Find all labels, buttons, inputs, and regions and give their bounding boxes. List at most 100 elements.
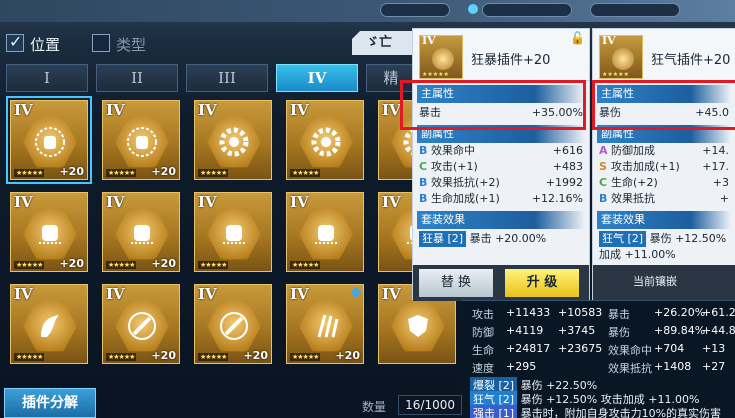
stat-name: 效果抵抗 [611, 192, 655, 205]
plugin-slot[interactable]: IV ★★★★★ [194, 100, 272, 180]
stat-label: 效果命中 [608, 344, 652, 357]
replace-button[interactable]: 替 换 [419, 269, 493, 297]
sunburst-fist-icon [115, 116, 169, 168]
type-checkbox[interactable] [92, 34, 110, 52]
position-checkbox[interactable] [6, 32, 24, 52]
resource-counter [482, 3, 572, 17]
star-rating: ★★★★★ [290, 261, 321, 269]
quantity-label: 数量 [362, 400, 387, 414]
level-label: +20 [59, 257, 84, 270]
fist-icon [299, 208, 353, 260]
plugin-slot[interactable]: IV ★★★★★ +20 [6, 96, 92, 184]
tier-label: IV [290, 285, 309, 303]
equipped-label: 当前镶嵌 [633, 275, 677, 288]
resource-counter [590, 3, 680, 17]
gem-icon [468, 4, 478, 14]
gear-icon [207, 116, 261, 168]
plugin-detail-card-selected: IV ★★★★★ 狂暴插件+20 🔓 主属性 暴击 +35.00% 副属性 B效… [412, 28, 590, 301]
tier-label: IV [198, 101, 217, 119]
position-label: 位置 [30, 36, 61, 54]
stat-value: +26.20% [654, 306, 706, 319]
stat-grade: S [599, 160, 607, 173]
stat-diff: +44.8 [702, 324, 735, 337]
card-actions: 当前镶嵌 [593, 265, 735, 301]
upgrade-button[interactable]: 升 级 [505, 269, 579, 297]
plugin-slot[interactable]: IV ★★★★★ [286, 100, 364, 180]
stat-value: +1992 [545, 176, 583, 189]
stat-grade: C [599, 176, 608, 189]
set-count: [2] [447, 232, 464, 245]
stat-label: 暴伤 [608, 326, 630, 339]
stat-label: 生命 [472, 344, 494, 357]
level-label: +20 [151, 165, 176, 178]
stat-grade: B [419, 176, 428, 189]
stat-diff: +61.20 [702, 306, 735, 319]
stat-value: +483 [552, 160, 583, 173]
sub-stat-row: B 生命加成(+1) +12.16% [419, 191, 583, 207]
plugin-slot[interactable]: IV ★★★★★ +20 [286, 284, 364, 364]
set-tag: 强击 [1] [470, 405, 518, 418]
plugin-slot[interactable]: IV ★★★★★ +20 [102, 284, 180, 364]
set-effect-row: 狂气 [2] 暴伤 +12.50% [599, 231, 729, 247]
lock-icon[interactable]: 🔓 [570, 31, 585, 45]
filter-row: 位置 类型 [0, 30, 395, 56]
tab-tier-2[interactable]: II [96, 64, 178, 92]
set-effect-header: 套装效果 [597, 211, 731, 229]
star-rating: ★★★★★ [14, 169, 45, 177]
stat-diff: +23675 [558, 342, 603, 355]
stat-value: +24817 [506, 342, 551, 355]
plugin-slot[interactable]: IV ★★★★★ +20 [194, 284, 272, 364]
tier-label: IV [14, 101, 33, 119]
claw-icon [612, 48, 634, 70]
sub-stat-row: B 效果抵抗(+2) +1992 [419, 175, 583, 191]
plugin-slot[interactable]: IV ★★★★★ [10, 284, 88, 364]
stat-value: +11433 [506, 306, 551, 319]
plugin-slot[interactable]: IV ★★★★★ +20 [102, 100, 180, 180]
top-resource-bar [0, 0, 735, 22]
set-tag: 狂暴 [2] [419, 231, 467, 247]
stat-grade: B [419, 144, 428, 157]
stat-value: +14. [702, 144, 729, 157]
tab-tier-1[interactable]: I [6, 64, 88, 92]
star-rating: ★★★★★ [106, 261, 137, 269]
stat-name: 效果抵抗(+2) [431, 176, 500, 189]
level-label: +20 [151, 257, 176, 270]
star-rating: ★★★★★ [14, 353, 45, 361]
stat-grade: B [419, 192, 428, 205]
tier-label: IV [106, 101, 125, 119]
plugin-slot[interactable]: IV ★★★★★ +20 [102, 192, 180, 272]
type-label: 类型 [116, 36, 147, 54]
plugin-name: 狂暴插件+20 [471, 53, 551, 68]
decompose-button[interactable]: 插件分解 [4, 388, 96, 418]
stat-label: 效果抵抗 [608, 362, 652, 375]
stat-diff: +10583 [558, 306, 603, 319]
plugin-thumbnail: IV ★★★★★ [419, 34, 463, 79]
tier-label: IV [198, 285, 217, 303]
tier-label: IV [106, 285, 125, 303]
stat-value: +704 [654, 342, 685, 355]
tab-tier-4[interactable]: IV [276, 64, 358, 92]
set-effect-text: 暴击 +20.00% [469, 232, 547, 245]
fist-icon [432, 48, 454, 70]
plugin-slot[interactable]: IV ★★★★★ [194, 192, 272, 272]
tier-label: IV [14, 193, 33, 211]
star-rating: ★★★★★ [290, 169, 321, 177]
shield-gear-icon [391, 300, 445, 352]
sort-button[interactable]: ゞ亡 [352, 31, 412, 55]
set-name: 强击 [473, 407, 495, 418]
set-effect-row: 狂暴 [2] 暴击 +20.00% [419, 231, 583, 247]
tier-label: IV [290, 101, 309, 119]
tab-tier-3[interactable]: III [186, 64, 268, 92]
plugin-detail-card-equipped: IV ★★★★★ 狂气插件+20 主属性 暴伤 +45.0 副属性 A 防御加成 +… [592, 28, 735, 301]
stat-name: 攻击加成(+1) [611, 160, 680, 173]
star-rating: ★★★★★ [106, 169, 137, 177]
tier-label: IV [290, 193, 309, 211]
plugin-slot[interactable]: IV ★★★★★ [286, 192, 364, 272]
fist-icon [23, 208, 77, 260]
tier-label: IV [422, 34, 436, 47]
stat-value: +1408 [654, 360, 692, 373]
sub-stat-row: B 效果抵抗 + [599, 191, 729, 207]
quantity-value: 16/1000 [398, 395, 462, 415]
set-effect-text: 暴伤 +12.50% [649, 232, 727, 245]
plugin-slot[interactable]: IV ★★★★★ +20 [10, 192, 88, 272]
